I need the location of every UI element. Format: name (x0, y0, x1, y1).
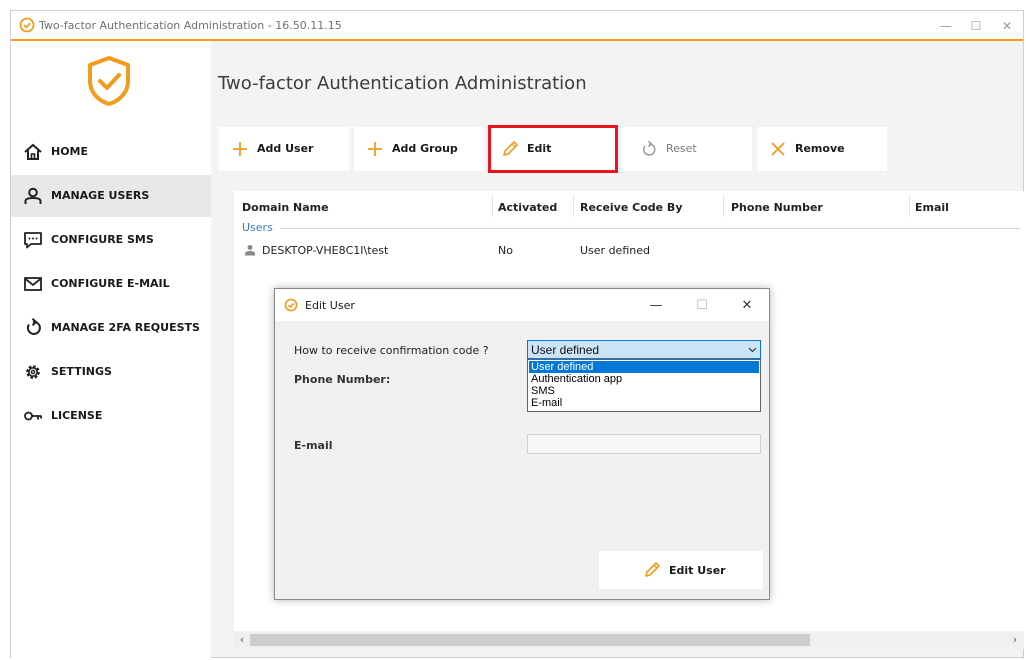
sidebar-item-configure-sms[interactable]: CONFIGURE SMS (11, 219, 211, 261)
key-icon (24, 411, 42, 421)
gear-icon (26, 365, 40, 379)
option-email[interactable]: E-mail (529, 397, 759, 409)
add-user-button[interactable]: Add User (219, 127, 349, 171)
column-header-phone-number[interactable]: Phone Number (731, 201, 823, 214)
sidebar-item-label: CONFIGURE E-MAIL (51, 277, 170, 290)
group-label-users[interactable]: Users (242, 221, 273, 234)
message-icon (24, 232, 42, 249)
chevron-down-icon (748, 347, 757, 353)
add-group-label: Add Group (392, 142, 458, 155)
add-user-label: Add User (257, 142, 314, 155)
option-sms[interactable]: SMS (529, 385, 759, 397)
sidebar: HOME MANAGE USERS CONFIGURE SMS CONFIGUR… (11, 41, 211, 658)
sidebar-item-label: LICENSE (51, 409, 103, 422)
horizontal-scrollbar[interactable]: ‹ › (234, 631, 1024, 649)
home-icon (24, 143, 42, 160)
group-divider (280, 228, 1020, 229)
remove-button[interactable]: Remove (757, 127, 887, 171)
column-divider (723, 195, 724, 217)
cell-domain-name: DESKTOP-VHE8C1I\test (262, 244, 389, 257)
sidebar-item-label: MANAGE 2FA REQUESTS (51, 321, 200, 334)
sidebar-item-license[interactable]: LICENSE (11, 395, 211, 437)
plus-icon (368, 142, 382, 156)
user-icon (245, 245, 255, 256)
sidebar-item-configure-email[interactable]: CONFIGURE E-MAIL (11, 263, 211, 305)
plus-icon (233, 142, 247, 156)
shield-check-icon (284, 298, 298, 312)
reset-icon (643, 140, 656, 156)
page-title: Two-factor Authentication Administration (218, 73, 587, 94)
remove-label: Remove (795, 142, 845, 155)
envelope-icon (24, 277, 42, 291)
scroll-left-button[interactable]: ‹ (235, 632, 249, 648)
pencil-icon (645, 562, 660, 577)
title-bar: Two-factor Authentication Administration… (11, 11, 1023, 41)
sidebar-item-label: MANAGE USERS (51, 189, 150, 202)
reset-label: Reset (666, 142, 697, 155)
phone-number-label: Phone Number: (294, 373, 391, 386)
minimize-button[interactable]: — (935, 15, 957, 37)
column-header-email[interactable]: Email (915, 201, 949, 214)
refresh-icon (26, 318, 41, 335)
dialog-title: Edit User (305, 299, 355, 312)
shield-check-icon (88, 56, 130, 106)
edit-highlight-box (488, 125, 618, 173)
cell-receive-code-by: User defined (580, 244, 650, 257)
column-divider (573, 195, 574, 217)
option-user-defined[interactable]: User defined (529, 361, 759, 373)
close-button[interactable]: ✕ (996, 15, 1018, 37)
sidebar-item-label: CONFIGURE SMS (51, 233, 154, 246)
window-title: Two-factor Authentication Administration… (39, 19, 342, 32)
sidebar-item-label: SETTINGS (51, 365, 112, 378)
column-header-receive-code-by[interactable]: Receive Code By (580, 201, 683, 214)
add-group-button[interactable]: Add Group (354, 127, 484, 171)
receive-code-select[interactable]: User defined (527, 340, 761, 359)
sidebar-item-manage-2fa-requests[interactable]: MANAGE 2FA REQUESTS (11, 307, 211, 349)
dialog-close-button[interactable]: ✕ (736, 295, 758, 317)
dialog-title-bar: Edit User — ☐ ✕ (275, 289, 769, 321)
receive-code-label: How to receive confirmation code ? (294, 344, 489, 357)
scroll-right-button[interactable]: › (1008, 632, 1022, 648)
close-icon (771, 142, 785, 156)
option-authentication-app[interactable]: Authentication app (529, 373, 759, 385)
maximize-button[interactable]: ☐ (965, 15, 987, 37)
column-header-activated[interactable]: Activated (498, 201, 557, 214)
scrollbar-thumb[interactable] (250, 634, 810, 646)
sidebar-item-home[interactable]: HOME (11, 131, 211, 173)
edit-user-dialog: Edit User — ☐ ✕ How to receive confirmat… (274, 288, 770, 600)
reset-button[interactable]: Reset (622, 127, 752, 171)
email-field[interactable] (527, 434, 761, 454)
receive-code-selected-value: User defined (531, 343, 600, 357)
dialog-minimize-button[interactable]: — (645, 295, 667, 317)
column-header-domain-name[interactable]: Domain Name (242, 201, 329, 214)
edit-user-submit-label: Edit User (669, 564, 726, 577)
shield-check-icon (19, 17, 35, 33)
edit-user-submit-button[interactable]: Edit User (599, 551, 763, 589)
column-divider (909, 195, 910, 217)
sidebar-item-label: HOME (51, 145, 89, 158)
dialog-maximize-button[interactable]: ☐ (691, 295, 713, 317)
sidebar-item-settings[interactable]: SETTINGS (11, 351, 211, 393)
sidebar-item-manage-users[interactable]: MANAGE USERS (11, 175, 211, 217)
cell-activated: No (498, 244, 513, 257)
email-label: E-mail (294, 439, 333, 452)
user-icon (24, 187, 42, 204)
receive-code-dropdown-list: User defined Authentication app SMS E-ma… (527, 359, 761, 412)
column-divider (492, 195, 493, 217)
